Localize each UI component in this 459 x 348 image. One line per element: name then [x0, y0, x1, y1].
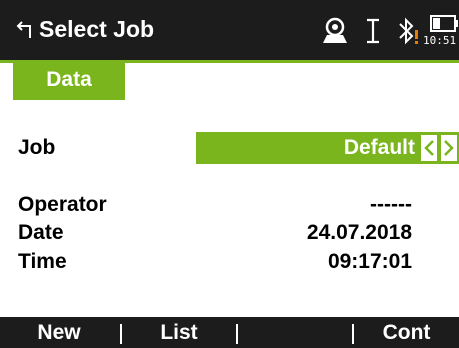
operator-value: ------: [370, 193, 412, 216]
job-label: Job: [18, 136, 56, 159]
list-button[interactable]: List: [122, 317, 236, 348]
chevron-right-icon: [444, 140, 454, 156]
time-value: 09:17:01: [327, 250, 412, 273]
cursor-i-beam-icon: [365, 18, 381, 44]
title-bar: Select Job 10:51: [0, 0, 459, 60]
bluetooth-warning-icon: [397, 16, 423, 46]
battery-icon: [429, 14, 459, 34]
empty-softkey[interactable]: [238, 317, 352, 348]
cont-button[interactable]: Cont: [354, 317, 459, 348]
page-title: Select Job: [39, 16, 155, 42]
time-label: Time: [18, 250, 67, 273]
date-value: 24.07.2018: [306, 221, 412, 244]
clock-time: 10:51: [423, 34, 457, 47]
previous-job-button[interactable]: [420, 134, 438, 162]
job-value: Default: [343, 136, 415, 159]
tab-strip: Data: [0, 60, 459, 100]
job-selector[interactable]: Default: [196, 132, 459, 164]
tab-data[interactable]: Data: [13, 60, 125, 100]
chevron-left-icon: [424, 140, 434, 156]
back-arrow-icon[interactable]: [14, 18, 38, 42]
new-button[interactable]: New: [0, 317, 118, 348]
operator-label: Operator: [18, 193, 107, 216]
softkey-bar: New List Cont: [0, 317, 459, 348]
next-job-button[interactable]: [440, 134, 458, 162]
prism-target-icon: [319, 13, 353, 47]
date-label: Date: [18, 221, 64, 244]
